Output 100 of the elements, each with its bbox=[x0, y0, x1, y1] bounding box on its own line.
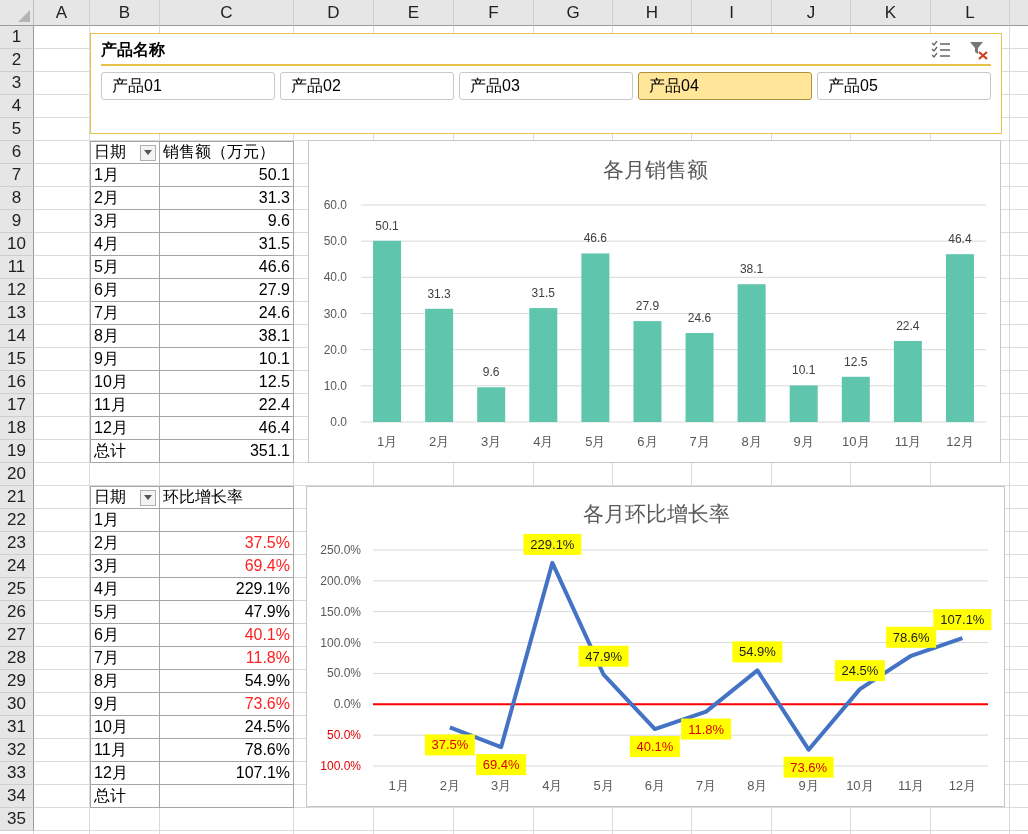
column-header[interactable]: D bbox=[294, 0, 374, 26]
row-number[interactable]: 18 bbox=[0, 417, 34, 440]
table-cell: 2月 bbox=[90, 187, 160, 210]
data-label: 10.1 bbox=[792, 363, 816, 378]
y-axis-label: 0.0% bbox=[333, 697, 361, 712]
row-number[interactable]: 17 bbox=[0, 394, 34, 417]
data-label: 22.4 bbox=[896, 319, 920, 333]
row-number[interactable]: 15 bbox=[0, 348, 34, 371]
x-axis-label: 2月 bbox=[439, 778, 460, 793]
column-header[interactable]: L bbox=[931, 0, 1010, 26]
row-number[interactable]: 25 bbox=[0, 578, 34, 601]
row-number[interactable]: 23 bbox=[0, 532, 34, 555]
row-number[interactable]: 28 bbox=[0, 647, 34, 670]
data-label: 24.5% bbox=[834, 660, 885, 682]
table-cell: 47.9% bbox=[160, 601, 294, 624]
caret-icon bbox=[144, 150, 152, 155]
row-number[interactable]: 8 bbox=[0, 187, 34, 210]
row-number[interactable]: 7 bbox=[0, 164, 34, 187]
clear-filter-icon[interactable] bbox=[969, 40, 989, 60]
x-axis-label: 12月 bbox=[946, 434, 974, 449]
row-number[interactable]: 34 bbox=[0, 785, 34, 808]
table-cell: 5月 bbox=[90, 601, 160, 624]
row-number[interactable]: 26 bbox=[0, 601, 34, 624]
slicer-button[interactable]: 产品01 bbox=[101, 72, 275, 100]
row-number[interactable]: 32 bbox=[0, 739, 34, 762]
table-cell: 69.4% bbox=[160, 555, 294, 578]
data-label: 107.1% bbox=[933, 609, 992, 631]
row-number[interactable]: 20 bbox=[0, 463, 34, 486]
table-cell: 31.5 bbox=[160, 233, 294, 256]
x-axis-label: 3月 bbox=[491, 778, 512, 793]
row-number[interactable]: 13 bbox=[0, 302, 34, 325]
data-label: 31.3 bbox=[427, 286, 451, 301]
column-header[interactable]: K bbox=[851, 0, 931, 26]
row-number[interactable]: 19 bbox=[0, 440, 34, 463]
row-number[interactable]: 16 bbox=[0, 371, 34, 394]
data-label: 38.1 bbox=[739, 262, 764, 277]
row-number[interactable]: 22 bbox=[0, 509, 34, 532]
row-number[interactable]: 31 bbox=[0, 716, 34, 739]
row-number[interactable]: 30 bbox=[0, 693, 34, 716]
data-label: 46.4 bbox=[948, 232, 972, 247]
table-cell: 38.1 bbox=[160, 325, 294, 348]
data-label: 54.9% bbox=[732, 641, 783, 663]
header-label: 日期 bbox=[94, 142, 126, 162]
row-number[interactable]: 5 bbox=[0, 118, 34, 141]
column-header[interactable]: C bbox=[160, 0, 294, 26]
column-header[interactable]: G bbox=[534, 0, 613, 26]
table-cell: 12.5 bbox=[160, 371, 294, 394]
row-number[interactable]: 9 bbox=[0, 210, 34, 233]
bar bbox=[841, 376, 870, 422]
slicer-button[interactable]: 产品03 bbox=[459, 72, 633, 100]
table-cell: 2月 bbox=[90, 532, 160, 555]
table-cell: 24.6 bbox=[160, 302, 294, 325]
table-cell: 1月 bbox=[90, 164, 160, 187]
x-axis-label: 8月 bbox=[747, 778, 768, 793]
row-number[interactable]: 3 bbox=[0, 72, 34, 95]
y-axis-label: 10.0 bbox=[323, 378, 347, 393]
bar bbox=[789, 385, 818, 422]
x-axis-label: 7月 bbox=[696, 778, 717, 793]
row-number[interactable]: 1 bbox=[0, 26, 34, 49]
column-header[interactable]: I bbox=[692, 0, 772, 26]
data-label: 50.1 bbox=[375, 218, 399, 233]
x-axis-label: 10月 bbox=[846, 778, 874, 793]
data-label: 40.1% bbox=[629, 736, 680, 758]
column-header[interactable]: H bbox=[613, 0, 692, 26]
row-number[interactable]: 14 bbox=[0, 325, 34, 348]
table-cell: 9月 bbox=[90, 348, 160, 371]
filter-dropdown-button[interactable] bbox=[140, 489, 156, 506]
row-number[interactable]: 11 bbox=[0, 256, 34, 279]
table-cell: 50.1 bbox=[160, 164, 294, 187]
row-number[interactable]: 24 bbox=[0, 555, 34, 578]
filter-dropdown-button[interactable] bbox=[140, 144, 156, 161]
x-axis-label: 1月 bbox=[376, 434, 398, 449]
multi-select-icon[interactable] bbox=[931, 41, 951, 59]
row-number[interactable]: 2 bbox=[0, 49, 34, 72]
table-cell: 107.1% bbox=[160, 762, 294, 785]
column-header[interactable]: A bbox=[34, 0, 90, 26]
row-number[interactable]: 35 bbox=[0, 808, 34, 831]
row-number[interactable]: 6 bbox=[0, 141, 34, 164]
column-header[interactable]: E bbox=[374, 0, 454, 26]
column-header[interactable]: J bbox=[772, 0, 851, 26]
row-number[interactable]: 27 bbox=[0, 624, 34, 647]
row-number[interactable]: 10 bbox=[0, 233, 34, 256]
data-label: 31.5 bbox=[531, 286, 555, 301]
row-number[interactable]: 4 bbox=[0, 95, 34, 118]
data-label: 46.6 bbox=[583, 231, 608, 246]
row-number[interactable]: 33 bbox=[0, 762, 34, 785]
x-axis-label: 11月 bbox=[894, 434, 922, 449]
row-number[interactable]: 21 bbox=[0, 486, 34, 509]
column-header[interactable]: F bbox=[454, 0, 534, 26]
x-axis-label: 5月 bbox=[585, 434, 606, 449]
x-axis-label: 9月 bbox=[798, 778, 819, 793]
column-header[interactable]: B bbox=[90, 0, 160, 26]
slicer-button[interactable]: 产品02 bbox=[280, 72, 454, 100]
row-number[interactable]: 29 bbox=[0, 670, 34, 693]
row-number[interactable]: 12 bbox=[0, 279, 34, 302]
y-axis-label: 50.0 bbox=[323, 234, 347, 249]
slicer-button[interactable]: 产品04 bbox=[638, 72, 812, 100]
table-cell: 46.6 bbox=[160, 256, 294, 279]
table-cell: 11.8% bbox=[160, 647, 294, 670]
slicer-button[interactable]: 产品05 bbox=[817, 72, 991, 100]
